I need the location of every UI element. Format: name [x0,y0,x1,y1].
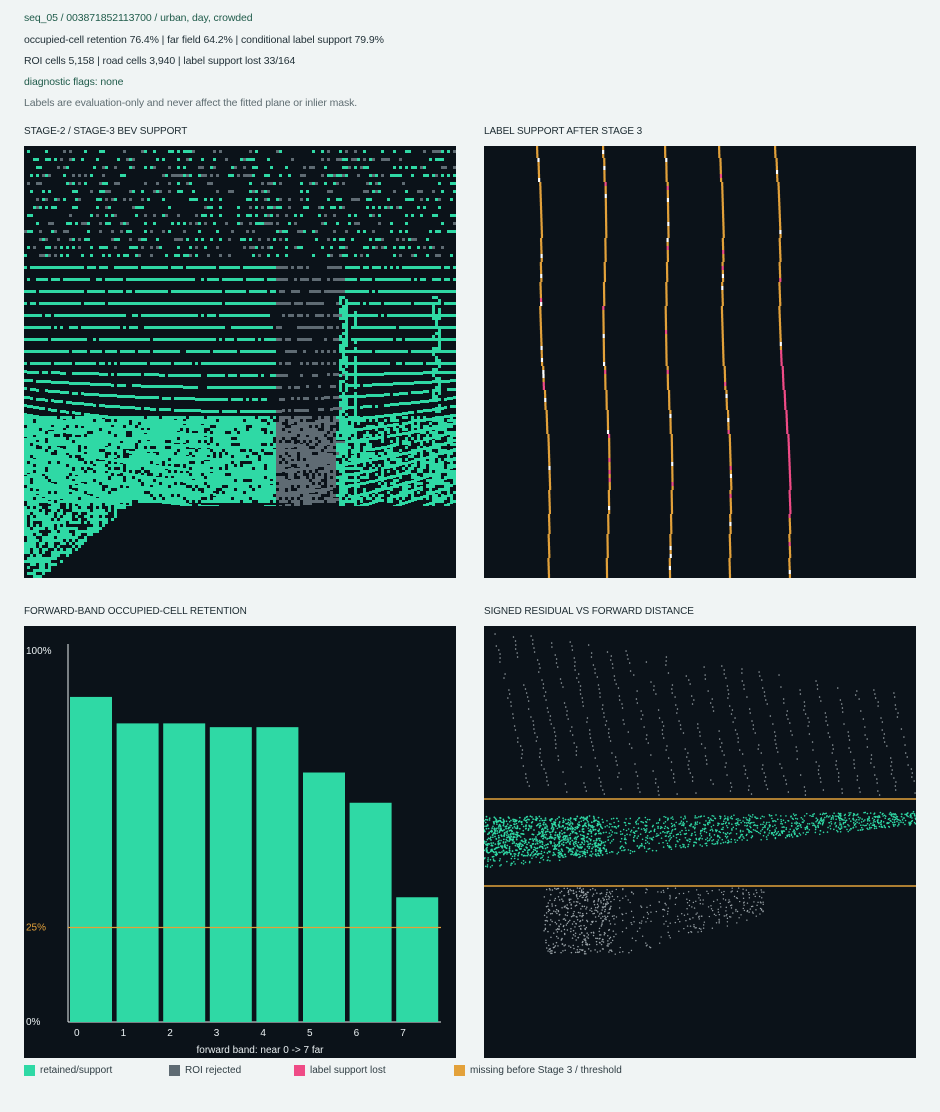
bar-band-1 [116,723,159,1022]
y-tick-label-0: 0% [26,1017,41,1028]
legend-label-retained: retained/support [40,1065,113,1076]
legend-item-lost: label support lost [294,1065,386,1076]
residual-scatter-plot [484,633,916,955]
label-track-0 [536,146,552,578]
x-tick-label-1: 1 [121,1028,127,1039]
legend-item-retained: retained/support [24,1065,112,1076]
x-tick-label-0: 0 [74,1028,80,1039]
label-track-2 [664,146,674,578]
legend-swatch-lost [294,1065,305,1076]
label-track-1 [602,146,611,578]
legend-label-missing: missing before Stage 3 / threshold [470,1065,622,1076]
bar-band-4 [256,727,299,1022]
label-support-plot [536,146,792,578]
label-support-panel [484,146,916,578]
label-note: Labels are evaluation-only and never aff… [24,97,358,109]
x-tick-label-6: 6 [354,1028,360,1039]
legend-swatch-rejected [169,1065,180,1076]
legend: retained/support ROI rejected label supp… [24,1065,940,1079]
bev-panel-title: STAGE-2 / STAGE-3 BEV SUPPORT [24,126,188,137]
bev-support-panel [24,146,456,578]
residual-points-retained [484,810,916,868]
bev-support-plot [24,150,456,578]
x-tick-label-2: 2 [167,1028,173,1039]
x-tick-label-4: 4 [260,1028,266,1039]
bar-band-6 [349,802,392,1022]
sequence-info: seq_05 / 003871852113700 / urban, day, c… [24,12,253,24]
legend-label-rejected: ROI rejected [185,1065,242,1076]
bar-band-3 [209,727,252,1022]
legend-item-missing: missing before Stage 3 / threshold [454,1065,622,1076]
x-axis-label: forward band: near 0 -> 7 far [196,1045,324,1056]
bar-band-5 [303,772,345,1022]
legend-label-lost: label support lost [310,1065,386,1076]
bar-band-7 [396,897,439,1022]
retention-bar-chart: 100% 25% 0% 0 1 2 3 4 5 6 7 forward band: near … [26,644,441,1056]
bar-band-0 [70,696,112,1022]
legend-swatch-missing [454,1065,465,1076]
residual-panel-title: SIGNED RESIDUAL VS FORWARD DISTANCE [484,606,694,617]
retention-chart-panel: 100% 25% 0% 0 1 2 3 4 5 6 7 forward band: near … [24,626,456,1058]
residual-scatter-panel [484,626,916,1058]
x-tick-label-3: 3 [214,1028,220,1039]
label-track-4 [774,146,792,578]
bar-band-2 [163,723,206,1022]
retention-panel-title: FORWARD-BAND OCCUPIED-CELL RETENTION [24,606,247,617]
legend-swatch-retained [24,1065,35,1076]
cell-counts: ROI cells 5,158 | road cells 3,940 | lab… [24,55,296,67]
retention-summary: occupied-cell retention 76.4% | far fiel… [24,34,384,46]
y-tick-label-100: 100% [26,646,52,657]
label-track-3 [718,146,733,578]
labels-panel-title: LABEL SUPPORT AFTER STAGE 3 [484,126,643,137]
diagnostic-flags: diagnostic flags: none [24,76,124,88]
y-tick-label-25: 25% [26,923,46,934]
x-tick-label-5: 5 [307,1028,313,1039]
residual-points-rejected [494,633,916,955]
x-tick-label-7: 7 [400,1028,406,1039]
legend-item-rejected: ROI rejected [169,1065,241,1076]
